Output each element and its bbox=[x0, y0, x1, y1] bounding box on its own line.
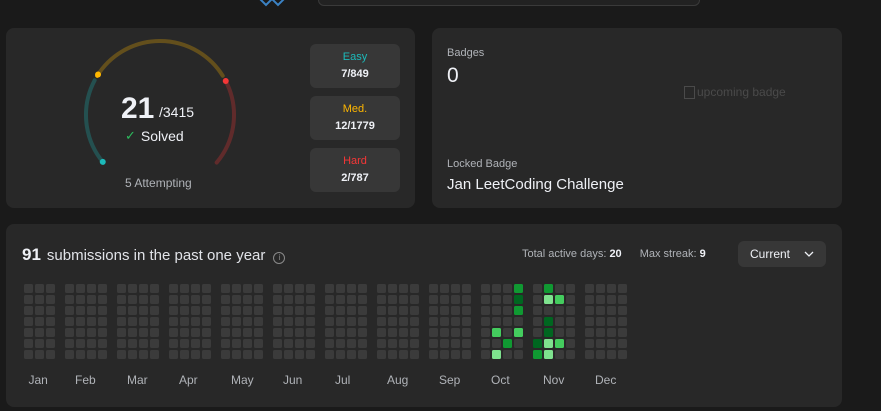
period-select[interactable]: Current bbox=[738, 241, 826, 267]
active-days-value: 20 bbox=[609, 248, 622, 260]
month-label-oct: Oct bbox=[491, 373, 510, 387]
active-days-label: Total active days: bbox=[522, 248, 607, 260]
month-label-dec: Dec bbox=[595, 373, 617, 387]
difficulty-easy-value: 7/849 bbox=[341, 68, 369, 80]
period-select-value: Current bbox=[750, 247, 791, 261]
submission-stats: Total active days: 20 Max streak: 9 bbox=[522, 248, 706, 260]
logo-fragment bbox=[252, 0, 292, 7]
difficulty-hard-value: 2/787 bbox=[341, 172, 369, 184]
active-days-stat: Total active days: 20 bbox=[522, 248, 622, 260]
difficulty-hard[interactable]: Hard 2/787 bbox=[310, 148, 400, 192]
submissions-count: 91 bbox=[22, 245, 41, 264]
month-label-aug: Aug bbox=[387, 373, 409, 387]
attempting-count: 5 Attempting bbox=[125, 176, 192, 190]
broken-image-icon bbox=[684, 85, 695, 99]
difficulty-medium[interactable]: Med. 12/1779 bbox=[310, 96, 400, 140]
difficulty-easy[interactable]: Easy 7/849 bbox=[310, 44, 400, 88]
search-input-edge[interactable] bbox=[318, 0, 700, 6]
month-label-jun: Jun bbox=[283, 373, 303, 387]
month-label-mar: Mar bbox=[127, 373, 148, 387]
max-streak-value: 9 bbox=[699, 248, 706, 260]
gauge-marker-1 bbox=[95, 71, 102, 78]
check-icon: ✓ bbox=[125, 128, 136, 143]
month-label-may: May bbox=[231, 373, 254, 387]
gauge-track-2 bbox=[214, 78, 236, 165]
difficulty-easy-label: Easy bbox=[342, 51, 368, 63]
month-label-jul: Jul bbox=[335, 373, 351, 387]
solved-label: Solved bbox=[140, 128, 184, 144]
gauge-track-1 bbox=[95, 39, 225, 78]
max-streak-label: Max streak: bbox=[639, 248, 697, 260]
max-streak-stat: Max streak: 9 bbox=[640, 248, 706, 260]
badges-count: 0 bbox=[447, 64, 459, 87]
submissions-title: 91 submissions in the past one year i bbox=[22, 245, 286, 265]
month-label-nov: Nov bbox=[543, 373, 565, 387]
chevron-down-icon bbox=[804, 251, 814, 257]
upcoming-badge-alt: upcoming badge bbox=[697, 85, 786, 99]
month-label-feb: Feb bbox=[75, 373, 96, 387]
upcoming-badge-image[interactable]: upcoming badge bbox=[684, 85, 786, 99]
top-nav-edge bbox=[0, 0, 881, 10]
locked-badge-label: Locked Badge bbox=[447, 158, 518, 170]
month-label-sep: Sep bbox=[439, 373, 461, 387]
badges-label: Badges bbox=[447, 47, 485, 59]
difficulty-medium-value: 12/1779 bbox=[335, 120, 375, 132]
locked-badge-name: Jan LeetCoding Challenge bbox=[447, 176, 624, 193]
solved-count: 21 bbox=[121, 92, 155, 125]
solved-total: /3415 bbox=[159, 104, 195, 120]
info-icon[interactable]: i bbox=[273, 252, 286, 264]
solved-label-row: ✓ Solved bbox=[125, 128, 184, 144]
difficulty-medium-label: Med. bbox=[342, 103, 368, 115]
gauge-track-0 bbox=[84, 78, 106, 165]
month-label-jan: Jan bbox=[28, 373, 48, 387]
submissions-title-text: submissions in the past one year bbox=[46, 247, 266, 264]
month-label-apr: Apr bbox=[179, 373, 198, 387]
gauge-marker-2 bbox=[222, 78, 229, 85]
difficulty-hard-label: Hard bbox=[343, 155, 367, 167]
gauge-marker-0 bbox=[99, 158, 106, 165]
